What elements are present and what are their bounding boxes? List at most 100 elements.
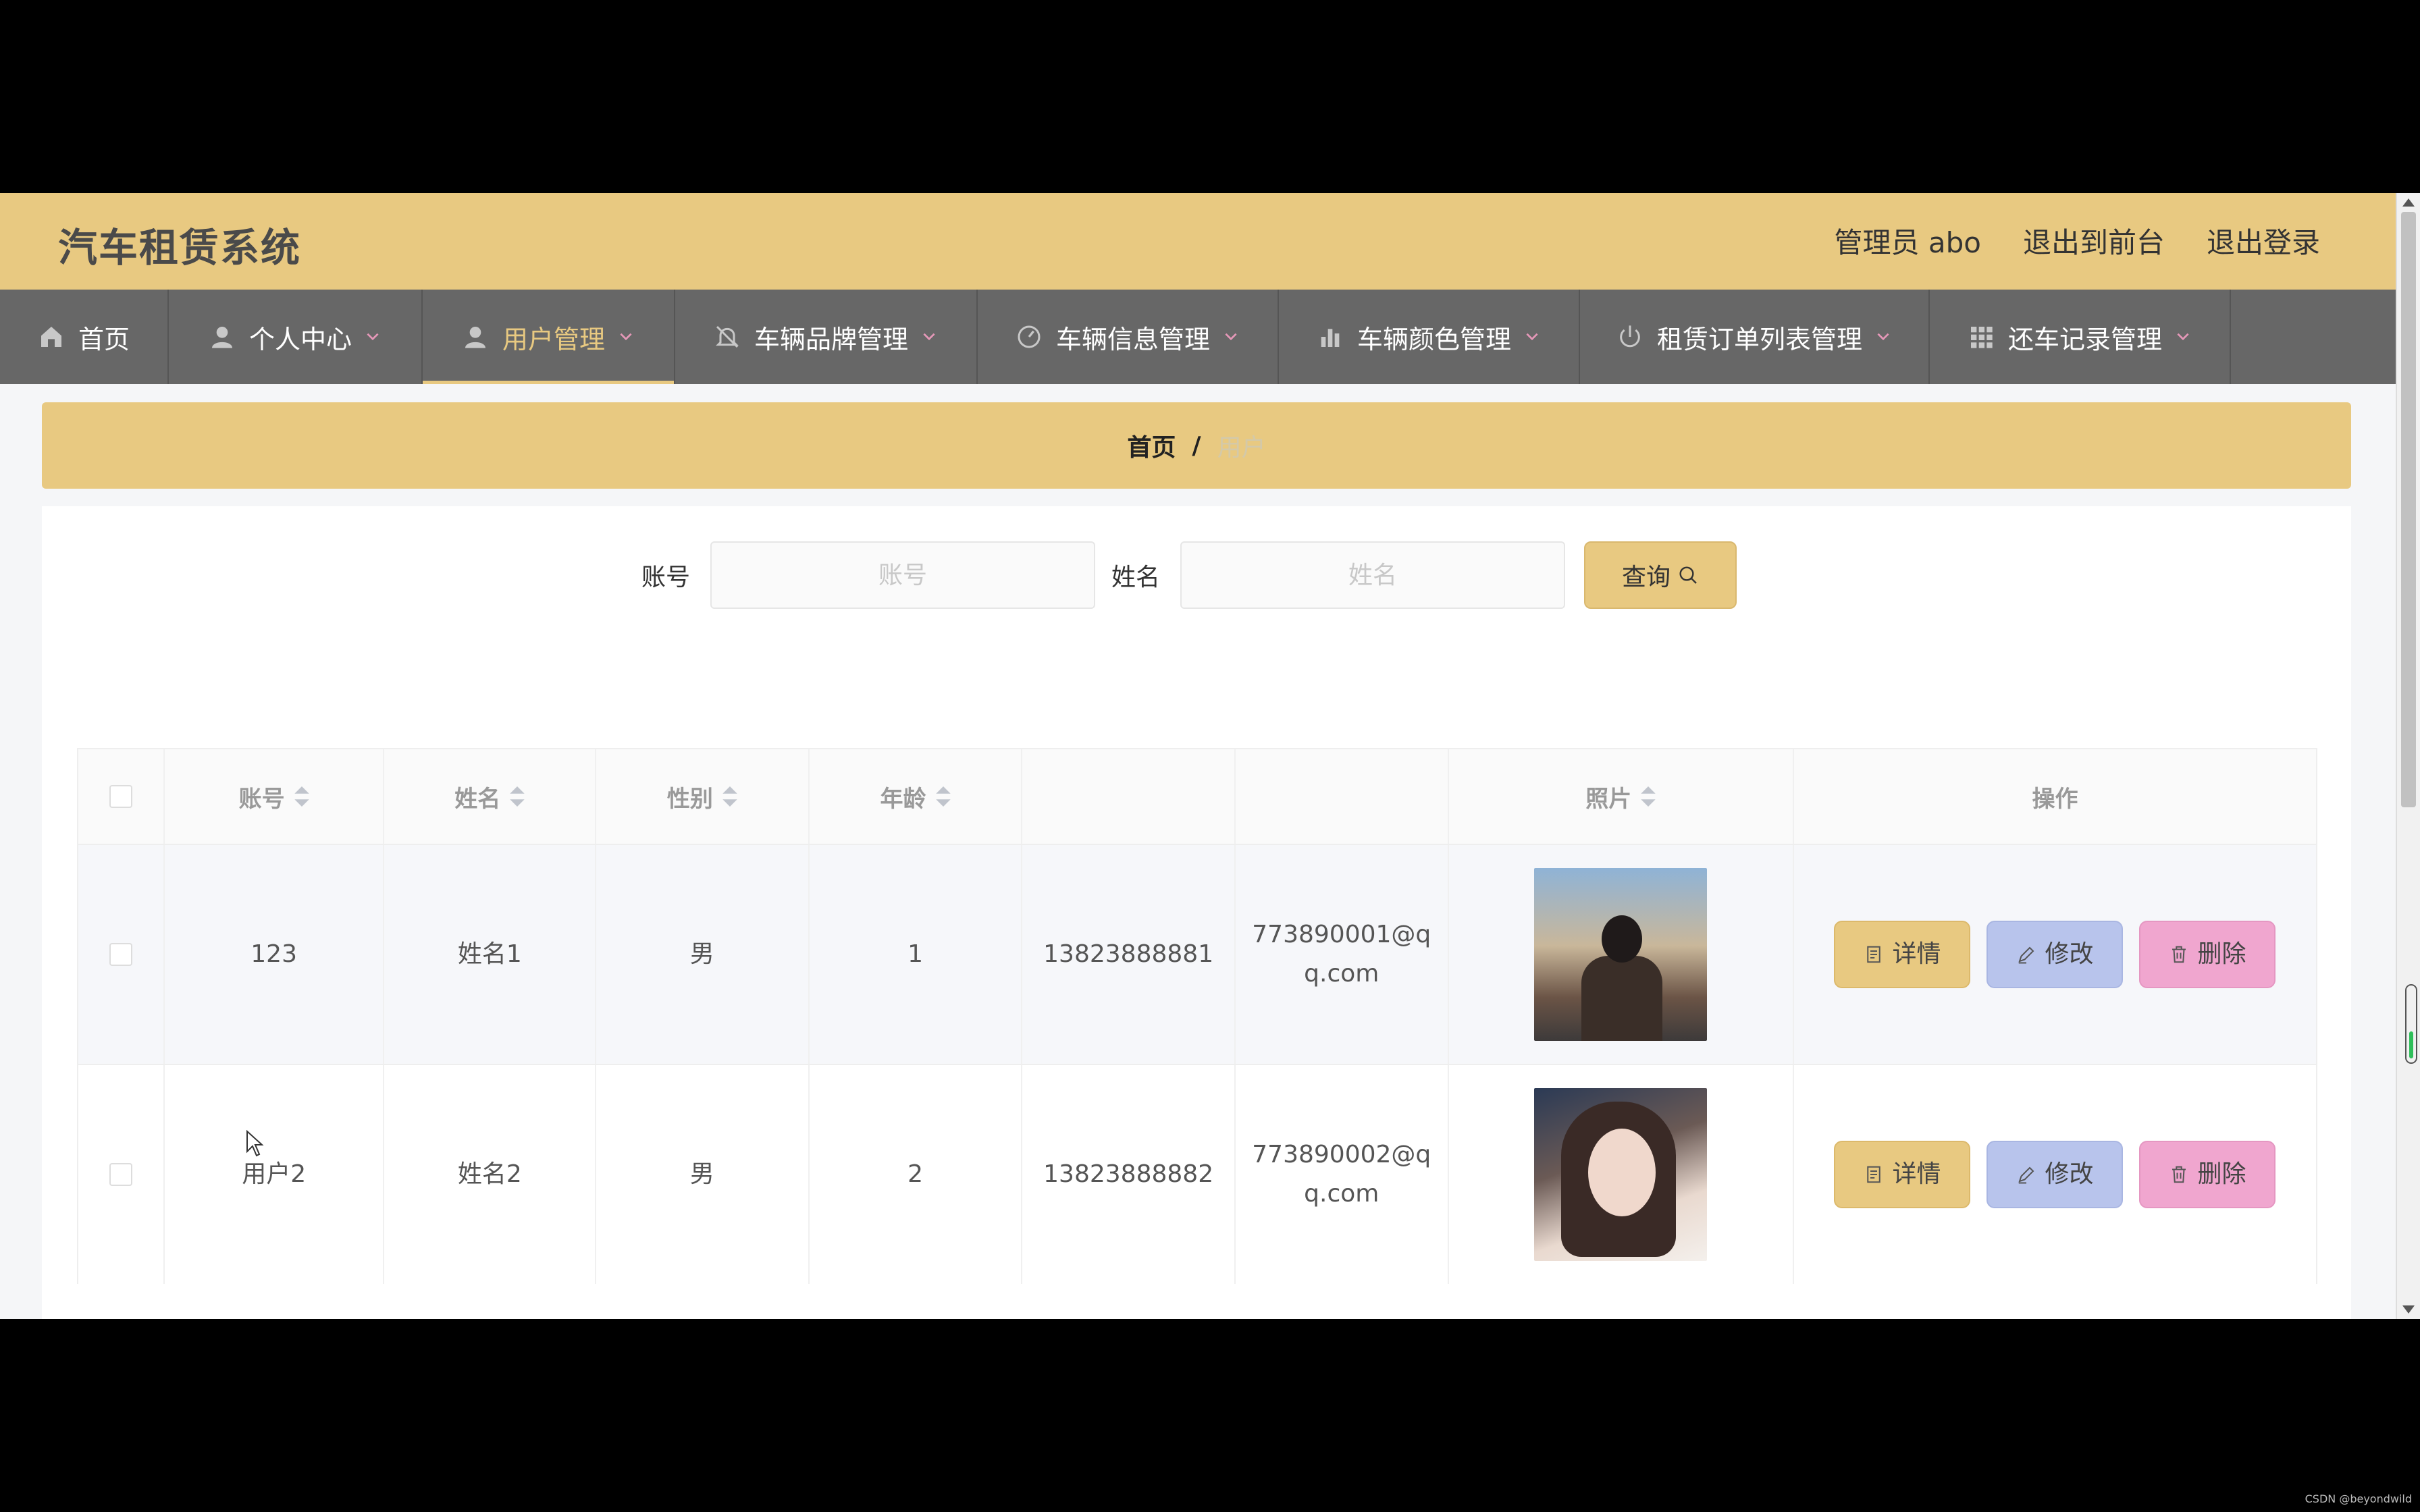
nav-item-user-management[interactable]: 用户管理 [423,290,675,384]
select-all-checkbox[interactable] [109,785,132,808]
phone-cell: 13823888882 [1022,1065,1236,1284]
nav-label: 车辆颜色管理 [1357,324,1511,354]
column-header-label: 姓名 [454,785,501,813]
chevron-down-icon [620,333,632,341]
detail-button-label: 详情 [1892,940,1941,969]
nav-item-color-management[interactable]: 车辆颜色管理 [1279,290,1580,384]
breadcrumb-current: 用户 [1217,434,1266,462]
column-header-label: 账号 [238,785,285,813]
logout-link[interactable]: 退出登录 [2207,220,2320,261]
chevron-down-icon [923,333,935,341]
header-cell-phone [1022,749,1236,844]
email-line: 773890002@q [1252,1141,1431,1169]
header-cell-email [1236,749,1449,844]
detail-button-label: 详情 [1892,1160,1941,1189]
user-table: 账号 姓名 性别 年龄 照片 操作 123 姓名1 男 1 1382388888… [77,748,2317,1284]
header-cell-photo[interactable]: 照片 [1449,749,1794,844]
document-icon [1867,946,1881,963]
nav-item-personal-center[interactable]: 个人中心 [169,290,423,384]
name-search-label: 姓名 [1111,564,1161,591]
top-links: 管理员 abo 退出到前台 退出登录 [1835,220,2320,261]
header-cell-age[interactable]: 年龄 [810,749,1023,844]
sort-icon[interactable] [935,786,951,807]
bell-off-icon [716,325,739,348]
nav-item-rental-order-management[interactable]: 租赁订单列表管理 [1580,290,1930,384]
search-button[interactable]: 查询 [1584,541,1737,609]
actions-cell: 详情 修改 删除 [1794,1065,2316,1284]
header-cell-actions: 操作 [1794,749,2316,844]
detail-button[interactable]: 详情 [1834,921,1971,988]
nav-label: 还车记录管理 [2007,324,2162,354]
content-panel: 账号 姓名 查询 账号 姓名 [42,506,2351,1319]
edit-icon [2018,946,2034,964]
chevron-down-icon [1526,333,1538,341]
nav-label: 首页 [78,324,130,354]
user-photo[interactable] [1534,868,1708,1041]
sort-icon[interactable] [510,786,525,807]
user-photo[interactable] [1534,1088,1708,1261]
admin-user-label[interactable]: 管理员 abo [1835,220,1981,261]
column-header-label: 操作 [2032,785,2078,813]
account-search-label: 账号 [641,564,691,591]
sort-icon[interactable] [722,786,737,807]
edit-icon [2018,1166,2034,1184]
header-cell-select [78,749,165,844]
delete-button-label: 删除 [2197,940,2246,969]
sort-icon[interactable] [294,786,309,807]
header-cell-gender[interactable]: 性别 [596,749,810,844]
page-scrollbar[interactable] [2396,193,2420,1319]
exit-to-front-link[interactable]: 退出到前台 [2023,220,2165,261]
delete-button-label: 删除 [2197,1160,2246,1189]
edit-button-label: 修改 [2045,940,2094,969]
account-search-input[interactable] [710,541,1096,609]
nav-label: 车辆信息管理 [1055,324,1210,354]
user-icon [465,327,485,348]
row-checkbox[interactable] [109,1163,132,1186]
edit-button[interactable]: 修改 [1987,1141,2124,1208]
nav-label: 用户管理 [502,324,605,354]
email-cell: 773890002@q q.com [1236,1065,1449,1284]
watermark: CSDN @beyondwild [2305,1492,2412,1505]
delete-button[interactable]: 删除 [2139,921,2276,988]
scroll-down-arrow-icon[interactable] [2402,1305,2415,1314]
nav-item-home[interactable]: 首页 [0,290,169,384]
scrollbar-thumb[interactable] [2401,212,2416,807]
scroll-up-arrow-icon[interactable] [2402,198,2415,207]
nav-item-vehicle-info-management[interactable]: 车辆信息管理 [978,290,1279,384]
email-cell: 773890001@q q.com [1236,845,1449,1064]
photo-cell [1449,1065,1794,1284]
trash-icon [2172,1166,2186,1183]
header-cell-account[interactable]: 账号 [165,749,385,844]
bar-chart-icon [1321,329,1340,347]
search-icon [1679,566,1697,584]
column-header-label: 照片 [1585,785,1632,813]
app-window: 汽车租赁系统 管理员 abo 退出到前台 退出登录 首页 个人中心 用户管理 车… [0,193,2420,1319]
phone-cell: 13823888881 [1022,845,1236,1064]
gauge-icon [1018,325,1041,348]
side-indicator-icon [2405,984,2417,1064]
delete-button[interactable]: 删除 [2139,1141,2276,1208]
table-header: 账号 姓名 性别 年龄 照片 操作 [77,748,2317,844]
home-icon [41,327,61,347]
nav-item-return-record-management[interactable]: 还车记录管理 [1930,290,2231,384]
search-button-label: 查询 [1622,564,1671,591]
name-search-input[interactable] [1180,541,1566,609]
nav-item-brand-management[interactable]: 车辆品牌管理 [675,290,978,384]
row-checkbox[interactable] [109,943,132,966]
detail-button[interactable]: 详情 [1834,1141,1971,1208]
name-cell: 姓名2 [384,1065,597,1284]
sort-icon[interactable] [1641,786,1656,807]
header-cell-name[interactable]: 姓名 [384,749,597,844]
email-line: q.com [1304,1180,1379,1208]
breadcrumb-home[interactable]: 首页 [1127,428,1176,463]
edit-button[interactable]: 修改 [1987,921,2124,988]
table-row: 123 姓名1 男 1 13823888881 773890001@q q.com [77,844,2317,1064]
name-cell: 姓名1 [384,845,597,1064]
breadcrumb-separator: / [1192,431,1201,460]
gender-cell: 男 [596,1065,810,1284]
email-line: q.com [1304,960,1379,988]
chevron-down-icon [1225,333,1237,341]
column-header-label: 年龄 [880,785,926,813]
search-form: 账号 姓名 查询 [641,541,1737,609]
mouse-cursor-icon [246,1130,264,1157]
